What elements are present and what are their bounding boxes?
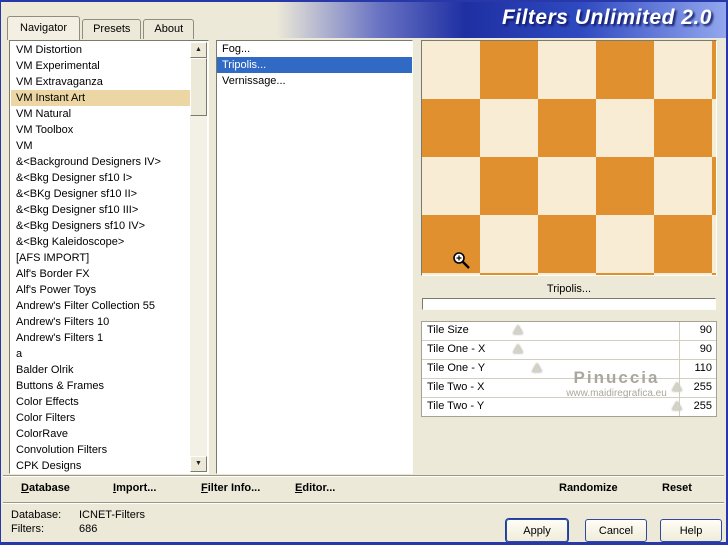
apply-button[interactable]: Apply — [506, 519, 568, 542]
category-item-selected[interactable]: VM Instant Art — [11, 90, 190, 106]
slider-thumb[interactable] — [512, 325, 523, 334]
category-item[interactable]: Buttons & Frames — [11, 378, 190, 394]
database-button[interactable]: Database — [21, 482, 70, 494]
param-label: Tile One - Y — [427, 362, 486, 374]
import-button[interactable]: Import... — [113, 482, 156, 494]
preview-column: Tripolis... Tile Size 90 Tile One - X 90 Til… — [421, 40, 717, 474]
filter-info-button[interactable]: Filter Info... — [201, 482, 260, 494]
help-button[interactable]: Help — [660, 519, 722, 542]
filter-panel: Fog... Tripolis... Vernissage... — [216, 40, 413, 474]
category-item[interactable]: [AFS IMPORT] — [11, 250, 190, 266]
category-item[interactable]: VM Experimental — [11, 58, 190, 74]
param-value: 90 — [699, 324, 712, 336]
param-slider-row[interactable]: Tile One - X 90 — [422, 341, 716, 360]
toolbar-separator-top — [3, 475, 724, 477]
param-label: Tile Two - Y — [427, 400, 485, 412]
scrollbar-thumb[interactable] — [190, 58, 207, 116]
category-item[interactable]: VM Toolbox — [11, 122, 190, 138]
param-value: 90 — [699, 343, 712, 355]
category-item[interactable]: &<Bkg Designer sf10 III> — [11, 202, 190, 218]
category-item[interactable]: &<Background Designers IV> — [11, 154, 190, 170]
slider-thumb[interactable] — [532, 363, 543, 372]
param-slider-row[interactable]: Tile Two - X 255 — [422, 379, 716, 398]
filters-unlimited-window: Filters Unlimited 2.0 Navigator Presets … — [0, 0, 728, 545]
database-status-label: Database: — [11, 509, 62, 521]
category-item[interactable]: Andrew's Filters 1 — [11, 330, 190, 346]
slider-thumb[interactable] — [672, 401, 682, 410]
param-label: Tile One - X — [427, 343, 486, 355]
selected-filter-name: Tripolis... — [546, 283, 592, 295]
category-item[interactable]: Alf's Border FX — [11, 266, 190, 282]
category-item[interactable]: a — [11, 346, 190, 362]
param-label: Tile Two - X — [427, 381, 485, 393]
filter-item[interactable]: Vernissage... — [217, 73, 412, 89]
filters-count-value: 686 — [79, 523, 98, 535]
reset-button[interactable]: Reset — [662, 482, 692, 494]
randomize-button[interactable]: Randomize — [559, 482, 618, 494]
editor-button[interactable]: Editor... — [295, 482, 335, 494]
filter-item-selected[interactable]: Tripolis... — [217, 57, 412, 73]
window-title: Filters Unlimited 2.0 — [501, 6, 712, 29]
category-item[interactable]: &<Bkg Designer sf10 I> — [11, 170, 190, 186]
tab-navigator[interactable]: Navigator — [7, 16, 81, 40]
category-item[interactable]: VM — [11, 138, 190, 154]
scroll-down-icon[interactable]: ▼ — [190, 456, 207, 472]
param-label: Tile Size — [427, 324, 469, 336]
param-slider-row[interactable]: Tile Two - Y 255 — [422, 398, 716, 416]
category-item[interactable]: Color Effects — [11, 394, 190, 410]
category-item[interactable]: Convolution Filters — [11, 442, 190, 458]
category-item[interactable]: ColorRave — [11, 426, 190, 442]
category-item[interactable]: VM Extravaganza — [11, 74, 190, 90]
category-item[interactable]: Andrew's Filter Collection 55 — [11, 298, 190, 314]
param-value: 255 — [693, 381, 712, 393]
filter-item[interactable]: Fog... — [217, 41, 412, 57]
category-item[interactable]: Alf's Power Toys — [11, 282, 190, 298]
filter-list: Fog... Tripolis... Vernissage... — [217, 41, 412, 89]
category-item[interactable]: Color Filters — [11, 410, 190, 426]
param-table: Tile Size 90 Tile One - X 90 Tile One - Y 110… — [421, 321, 717, 417]
category-item[interactable]: &<BKg Designer sf10 II> — [11, 186, 190, 202]
zoom-in-cursor-icon — [452, 251, 471, 273]
scroll-up-icon[interactable]: ▲ — [190, 42, 207, 58]
cancel-button[interactable]: Cancel — [585, 519, 647, 542]
tab-about[interactable]: About — [143, 19, 195, 39]
tab-bar: Navigator Presets About — [7, 15, 196, 40]
category-item[interactable]: VM Natural — [11, 106, 190, 122]
category-item[interactable]: CPK Designs — [11, 458, 190, 472]
category-panel: VM Distortion VM Experimental VM Extravaga… — [9, 40, 209, 474]
category-item[interactable]: VM Distortion — [11, 42, 190, 58]
category-list: VM Distortion VM Experimental VM Extravaga… — [11, 42, 190, 472]
filter-preview[interactable] — [421, 40, 717, 276]
render-progress-bar — [422, 298, 716, 310]
param-value: 255 — [693, 400, 712, 412]
category-item[interactable]: Andrew's Filters 10 — [11, 314, 190, 330]
slider-thumb[interactable] — [672, 382, 682, 391]
param-slider-row[interactable]: Tile Size 90 — [422, 322, 716, 341]
param-value: 110 — [694, 362, 712, 374]
slider-thumb[interactable] — [512, 344, 523, 353]
toolbar-separator-bottom — [3, 502, 724, 504]
filters-count-label: Filters: — [11, 523, 44, 535]
tab-presets[interactable]: Presets — [82, 19, 142, 39]
category-item[interactable]: &<Bkg Designers sf10 IV> — [11, 218, 190, 234]
category-item[interactable]: &<Bkg Kaleidoscope> — [11, 234, 190, 250]
category-scrollbar[interactable]: ▲ ▼ — [190, 42, 207, 472]
param-slider-row[interactable]: Tile One - Y 110 — [422, 360, 716, 379]
database-status-value: ICNET-Filters — [79, 509, 145, 521]
category-item[interactable]: Balder Olrik — [11, 362, 190, 378]
